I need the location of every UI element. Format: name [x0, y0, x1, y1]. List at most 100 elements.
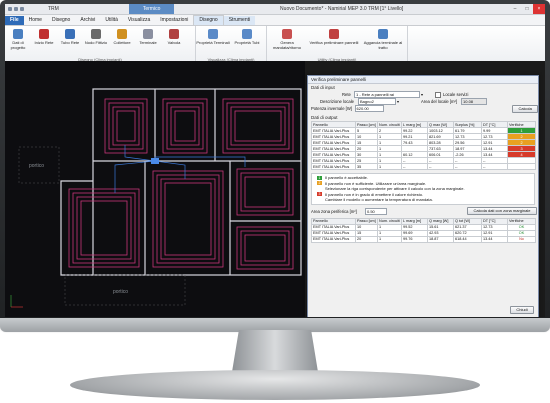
- legend-swatch: [317, 187, 322, 191]
- terminale-button[interactable]: Terminale: [135, 26, 161, 56]
- proprieta-tubi-button[interactable]: Proprietà Tubi: [230, 26, 264, 56]
- chiudi-button[interactable]: Chiudi: [510, 306, 534, 314]
- output-table: Pannello Passo [cm] Num. circuiti L marg…: [311, 121, 536, 170]
- area-perif-field[interactable]: 0.50: [365, 207, 387, 215]
- generate-icon: [282, 29, 292, 39]
- legend-swatch: 2: [317, 181, 322, 186]
- pipe-icon: [65, 29, 75, 39]
- table-cell: --: [427, 163, 454, 170]
- app-window: TRM Termico Nuovo Documento* - Namirial …: [5, 4, 545, 317]
- legend-text: Cambiare il modello o aumentare la tempe…: [325, 197, 433, 203]
- table-cell: --: [481, 163, 508, 170]
- rete-select[interactable]: 1 - Rete a pannelli rai: [354, 91, 420, 98]
- descrizione-select[interactable]: Bagno2: [358, 98, 396, 105]
- area-field: 10.08: [461, 98, 488, 105]
- attach-icon: [378, 29, 388, 39]
- potenza-label: Potenza invernale [W]: [311, 106, 352, 111]
- tab-file[interactable]: File: [5, 16, 24, 25]
- status-badge: No: [507, 235, 536, 243]
- dati-progetto-button[interactable]: Dati di progetto: [5, 26, 31, 56]
- status-badge: [507, 163, 536, 170]
- input-section-title: Dati di input: [311, 85, 335, 90]
- tubo-rete-button[interactable]: Tubo Rete: [57, 26, 83, 56]
- monitor-chin: [0, 318, 550, 332]
- dialog-title: Verifica preliminare pannelli: [308, 76, 538, 84]
- minimize-button[interactable]: –: [509, 4, 521, 14]
- drawing-canvas[interactable]: portico portico: [5, 61, 305, 317]
- potenza-field[interactable]: 620.00: [354, 105, 385, 112]
- legend-text: Il pannello non è sufficiente. Utilizzar…: [325, 180, 427, 186]
- table-cell: EMT ITALIA Vari-Plus: [311, 235, 356, 243]
- inizio-rete-button[interactable]: Inizio Rete: [31, 26, 57, 56]
- portico-label-left: portico: [29, 163, 44, 169]
- context-tab-group: Termico: [128, 4, 175, 14]
- verifica-pannelli-button[interactable]: Verifica preliminare pannelli: [307, 26, 361, 56]
- ribbon-tabs: File Home Disegno Archivi Utilità Visual…: [5, 15, 545, 26]
- app-icon: [8, 7, 12, 11]
- table-cell: EMT ITALIA Vari-Plus: [311, 163, 356, 170]
- monitor: TRM Termico Nuovo Documento* - Namirial …: [0, 0, 550, 403]
- monitor-stand-base: [70, 370, 480, 400]
- close-window-button[interactable]: ×: [533, 4, 545, 14]
- table-row[interactable]: EMT ITALIA Vari-Plus 35 1 -- -- -- --: [311, 163, 536, 170]
- table-cell: 20: [355, 235, 378, 243]
- tab-utilita[interactable]: Utilità: [100, 16, 123, 25]
- chevron-down-icon[interactable]: ▾: [397, 99, 399, 104]
- genera-mandata-button[interactable]: Genera mandata/ritorno: [267, 26, 307, 56]
- properties-icon: [208, 29, 218, 39]
- tab-termico-strumenti[interactable]: Strumenti: [223, 16, 256, 25]
- tab-visualizza[interactable]: Visualizza: [123, 16, 155, 25]
- valve-icon: [169, 29, 179, 39]
- table-cell: 35: [355, 163, 378, 170]
- table-row[interactable]: EMT ITALIA Vari-Plus 20 1 99.76 18.87 618.44 1…: [311, 235, 536, 243]
- quick-access-toolbar[interactable]: [5, 7, 48, 11]
- save-icon[interactable]: [14, 7, 18, 11]
- area-perif-label: Area zona periferica [m²]: [311, 208, 357, 214]
- tab-home[interactable]: Home: [24, 16, 47, 25]
- verifica-pannelli-dialog: Verifica preliminare pannelli Dati di in…: [307, 75, 539, 317]
- window-title: Nuovo Documento* - Namirial MEP 3.0 TRM …: [280, 6, 404, 12]
- workspace: portico portico Verifica preliminare pan…: [5, 61, 545, 317]
- locale-servizi-label: Locale servizi: [443, 92, 469, 97]
- chevron-down-icon[interactable]: ▾: [421, 92, 423, 97]
- valvola-button[interactable]: Valvola: [161, 26, 187, 56]
- maximize-button[interactable]: □: [521, 4, 533, 14]
- network-start-icon: [39, 29, 49, 39]
- tab-impostazioni[interactable]: Impostazioni: [155, 16, 193, 25]
- portico-label-bottom: portico: [113, 289, 128, 295]
- undo-icon[interactable]: [20, 7, 24, 11]
- rete-label: Rete: [342, 92, 351, 97]
- title-bar: TRM Termico Nuovo Documento* - Namirial …: [5, 4, 545, 15]
- aggancia-terminale-button[interactable]: Aggancia terminale al tratto: [361, 26, 405, 56]
- monitor-stand-neck: [232, 330, 318, 372]
- tab-archivi[interactable]: Archivi: [75, 16, 100, 25]
- area-label: Area del locale [m²]: [421, 99, 458, 104]
- quick-access-label: TRM: [48, 6, 59, 12]
- marginal-table: Pannello Passo [cm] Num. circuiti L marg…: [311, 217, 536, 243]
- floor-plan-drawing: portico portico: [10, 88, 302, 308]
- terminal-icon: [143, 29, 153, 39]
- locale-servizi-checkbox[interactable]: [435, 91, 442, 98]
- manifold-icon: [117, 29, 127, 39]
- legend-swatch: [317, 198, 322, 202]
- nodo-fittizio-button[interactable]: Nodo Fittizio: [83, 26, 109, 56]
- tab-termico-disegno[interactable]: Disegno: [193, 15, 224, 25]
- tab-disegno[interactable]: Disegno: [47, 16, 75, 25]
- ribbon-group-visualizza: Proprietà Terminali Proprietà Tubi Visua…: [196, 26, 267, 62]
- calcola-button[interactable]: Calcola: [512, 104, 538, 113]
- legend-text: Il pannello non è in grado di emettere i…: [325, 191, 424, 197]
- project-icon: [13, 29, 23, 39]
- table-cell: --: [453, 163, 482, 170]
- legend-swatch: 1: [317, 175, 322, 180]
- table-cell: 99.76: [401, 235, 428, 243]
- manifold-symbol: [151, 158, 159, 164]
- descrizione-label: Descrizione locale: [320, 99, 354, 104]
- legend-item: Cambiare il modello o aumentare la tempe…: [312, 197, 534, 203]
- legend-text: Il pannello è accettabile.: [325, 175, 368, 181]
- pipe-properties-icon: [242, 29, 252, 39]
- collettore-button[interactable]: Collettore: [109, 26, 135, 56]
- table-cell: --: [401, 163, 428, 170]
- proprieta-terminali-button[interactable]: Proprietà Terminali: [196, 26, 230, 56]
- ribbon-group-utility: Genera mandata/ritorno Verifica prelimin…: [267, 26, 408, 62]
- calcola-zona-marginale-button[interactable]: Calcola dati con zona marginale: [467, 207, 537, 215]
